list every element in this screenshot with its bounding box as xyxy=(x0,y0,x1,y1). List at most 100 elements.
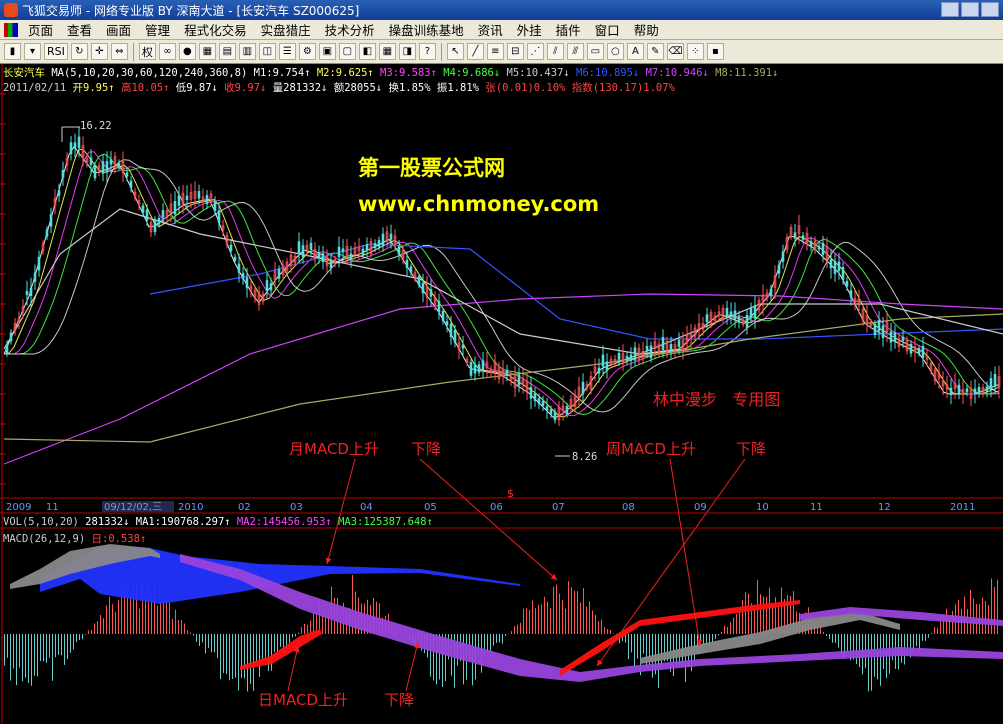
channel-icon[interactable]: ⫽ xyxy=(546,43,564,60)
quote-value-8: 振1.81% xyxy=(430,82,480,94)
rsi-button[interactable]: RSI xyxy=(44,43,68,60)
panel-icon[interactable]: ◧ xyxy=(358,43,376,60)
window-title: 飞狐交易师 - 网络专业版 BY 深南大道 - [长安汽车 SZ000625] xyxy=(22,3,360,18)
menu-window[interactable]: 窗口 xyxy=(588,20,627,39)
menu-info[interactable]: 资讯 xyxy=(471,20,510,39)
rights-button[interactable]: 权 xyxy=(138,43,156,60)
text-icon[interactable]: A xyxy=(626,43,644,60)
close-button[interactable] xyxy=(981,2,999,17)
glasses-icon[interactable]: ∞ xyxy=(158,43,176,60)
menu-screen[interactable]: 画面 xyxy=(99,20,138,39)
macd-bar xyxy=(985,601,986,634)
candle-body xyxy=(733,310,737,320)
candle-body xyxy=(153,219,157,233)
macd-bar xyxy=(973,598,974,634)
macd-bar xyxy=(604,627,605,634)
report-icon[interactable]: ◨ xyxy=(398,43,416,60)
ma-value-4: M4:9.686↓ xyxy=(436,67,501,79)
macd-bar xyxy=(139,608,140,634)
swap-icon[interactable]: ⇔ xyxy=(110,43,128,60)
macd-bar xyxy=(829,634,830,640)
annotation-day-down: 下降 xyxy=(384,691,415,709)
candle-body xyxy=(817,245,821,250)
gear-icon[interactable]: ⚙ xyxy=(298,43,316,60)
hline-icon[interactable]: ⊟ xyxy=(506,43,524,60)
calendar-icon[interactable]: ▣ xyxy=(318,43,336,60)
macd-bar xyxy=(88,630,89,634)
table-icon[interactable]: ▦ xyxy=(198,43,216,60)
stock-chart[interactable]: 20091109/12/02,三201002030405060708091011… xyxy=(0,64,1003,724)
menu-tech-analysis[interactable]: 技术分析 xyxy=(318,20,382,39)
menu-plugins[interactable]: 插件 xyxy=(549,20,588,39)
menu-training[interactable]: 操盘训练基地 xyxy=(382,20,471,39)
minimize-button[interactable] xyxy=(941,2,959,17)
refresh-icon[interactable]: ↻ xyxy=(70,43,88,60)
menu-program-trading[interactable]: 程式化交易 xyxy=(177,20,254,39)
macd-bar xyxy=(265,634,266,658)
macd-bar xyxy=(595,614,596,634)
macd-bar xyxy=(106,605,107,634)
record-icon[interactable]: ● xyxy=(178,43,196,60)
macd-bar xyxy=(226,634,227,675)
macd-bar xyxy=(925,634,926,641)
date-label: 06 xyxy=(490,502,503,513)
pencil-icon[interactable]: ✎ xyxy=(646,43,664,60)
fan-icon[interactable]: ⋰ xyxy=(526,43,544,60)
rectangle-icon[interactable]: ▭ xyxy=(586,43,604,60)
candle-body xyxy=(801,235,805,240)
window-icon[interactable]: ▢ xyxy=(338,43,356,60)
macd-bar xyxy=(166,598,167,634)
candle-body xyxy=(441,311,445,321)
help-icon[interactable]: ? xyxy=(418,43,436,60)
macd-bar xyxy=(766,596,767,634)
book-icon[interactable]: ▥ xyxy=(238,43,256,60)
candle-body xyxy=(129,180,133,188)
annotation-month-up: 月MACD上升 xyxy=(289,440,379,458)
candle-body xyxy=(5,343,9,354)
circle-icon[interactable]: ○ xyxy=(606,43,624,60)
macd-bar xyxy=(559,593,560,634)
cursor-icon[interactable]: ↖ xyxy=(446,43,464,60)
candle-body xyxy=(389,233,393,240)
menu-page[interactable]: 页面 xyxy=(21,20,60,39)
list-icon[interactable]: ☰ xyxy=(278,43,296,60)
candle-body xyxy=(409,266,413,273)
ruler-icon[interactable]: ≡ xyxy=(486,43,504,60)
menu-hunt[interactable]: 实盘猎庄 xyxy=(254,20,318,39)
candle-body xyxy=(633,347,637,361)
ma-value-7: M7:10.946↓ xyxy=(639,67,709,79)
menu-help[interactable]: 帮助 xyxy=(627,20,666,39)
save-icon[interactable]: ▪ xyxy=(706,43,724,60)
macd-bar xyxy=(832,634,833,643)
menu-manage[interactable]: 管理 xyxy=(138,20,177,39)
candle-body xyxy=(781,251,785,262)
grid-icon[interactable]: ▤ xyxy=(218,43,236,60)
maximize-button[interactable] xyxy=(961,2,979,17)
toolbar-divider xyxy=(132,42,134,61)
color-grid-icon[interactable]: ⁘ xyxy=(686,43,704,60)
chart-icon[interactable]: ▮ xyxy=(4,43,21,60)
eraser-icon[interactable]: ⌫ xyxy=(666,43,684,60)
parallel-icon[interactable]: ⫻ xyxy=(566,43,584,60)
menu-plugin-ext[interactable]: 外挂 xyxy=(510,20,549,39)
date-label: 08 xyxy=(622,502,635,513)
macd-bar xyxy=(871,634,872,691)
candle-body xyxy=(661,336,665,350)
grid2-icon[interactable]: ▦ xyxy=(378,43,396,60)
macd-bar xyxy=(184,623,185,634)
macd-bar xyxy=(118,599,119,634)
menu-view[interactable]: 查看 xyxy=(60,20,99,39)
candle-body xyxy=(245,277,249,289)
date-label: 2011 xyxy=(950,502,975,513)
quote-value-4: 收9.97↓ xyxy=(217,82,267,94)
candle-body xyxy=(949,387,953,396)
macd-bar xyxy=(7,634,8,658)
line-icon[interactable]: ╱ xyxy=(466,43,484,60)
crosshair-icon[interactable]: ✛ xyxy=(90,43,108,60)
macd-bar xyxy=(523,608,524,634)
box-icon[interactable]: ◫ xyxy=(258,43,276,60)
candle-body xyxy=(517,374,521,386)
document-icon[interactable] xyxy=(4,22,18,37)
macd-bar xyxy=(631,634,632,653)
dropdown-icon[interactable]: ▾ xyxy=(24,43,41,60)
